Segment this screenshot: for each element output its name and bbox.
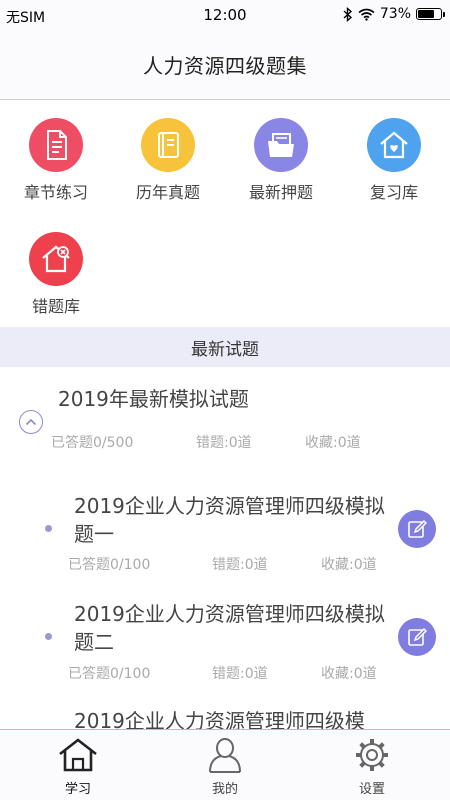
group-title: 2019年最新模拟试题 (58, 387, 249, 411)
edit-button[interactable] (398, 510, 436, 548)
favorite-count: 收藏:0道 (321, 557, 377, 573)
grid-item-chapter-practice[interactable]: 章节练习 (0, 118, 112, 203)
answered-count: 已答题0/100 (68, 557, 151, 573)
grid-item-label: 错题库 (31, 297, 80, 316)
wrong-count: 错题:0道 (212, 557, 268, 573)
home-error-icon (29, 232, 83, 286)
exam-list[interactable]: 2019年最新模拟试题 已答题0/500 错题:0道 收藏:0道 2019企业人… (0, 367, 450, 729)
folder-icon (254, 118, 308, 172)
grid-item-past-exams[interactable]: 历年真题 (112, 118, 224, 203)
user-icon (209, 738, 241, 773)
bluetooth-icon (343, 6, 352, 22)
grid-item-review-library[interactable]: 复习库 (338, 118, 450, 203)
status-bar: 无SIM 12:00 73% (0, 0, 450, 30)
tab-study[interactable]: 学习 (3, 730, 153, 800)
tab-label: 学习 (64, 782, 91, 797)
gear-icon (356, 739, 388, 771)
edit-button[interactable] (398, 618, 436, 656)
book-icon (141, 118, 195, 172)
exam-title: 2019企业人力资源管理师四级模 (74, 709, 365, 729)
grid-item-label: 最新押题 (248, 183, 313, 202)
collapse-button[interactable] (19, 410, 43, 434)
wrong-count: 错题:0道 (196, 435, 252, 451)
page-title: 人力资源四级题集 (143, 54, 307, 78)
battery-icon (416, 8, 445, 20)
nav-bar: 人力资源四级题集 (0, 30, 450, 100)
home-icon (59, 738, 97, 772)
edit-icon (408, 519, 427, 538)
tab-label: 设置 (358, 782, 385, 797)
battery-percent: 73% (379, 6, 411, 22)
bullet-dot (45, 525, 52, 532)
section-header: 最新试题 (0, 327, 450, 367)
exam-title: 2019企业人力资源管理师四级模拟题二 (74, 602, 385, 654)
tab-label: 我的 (211, 782, 238, 797)
status-indicators: 73% (343, 6, 445, 22)
document-icon (29, 118, 83, 172)
answered-count: 已答题0/100 (68, 666, 151, 682)
grid-item-label: 历年真题 (135, 183, 200, 202)
grid-item-wrong-questions[interactable]: 错题库 (0, 232, 112, 317)
bullet-dot (45, 633, 52, 640)
favorite-count: 收藏:0道 (305, 435, 361, 451)
tab-mine[interactable]: 我的 (150, 730, 300, 800)
chevron-up-icon (25, 418, 37, 426)
answered-count: 已答题0/500 (51, 435, 134, 451)
grid-item-latest-predictions[interactable]: 最新押题 (225, 118, 337, 203)
exam-title: 2019企业人力资源管理师四级模拟题一 (74, 494, 385, 546)
wrong-count: 错题:0道 (212, 666, 268, 682)
tab-settings[interactable]: 设置 (297, 730, 447, 800)
edit-icon (408, 627, 427, 646)
grid-item-label: 章节练习 (23, 183, 88, 202)
wifi-icon (358, 8, 375, 21)
tab-bar: 学习 我的 设置 (0, 729, 450, 800)
home-heart-icon (367, 118, 421, 172)
favorite-count: 收藏:0道 (321, 666, 377, 682)
grid-item-label: 复习库 (369, 183, 418, 202)
feature-grid: 章节练习 历年真题 最新押题 复习库 错题库 (0, 100, 450, 327)
